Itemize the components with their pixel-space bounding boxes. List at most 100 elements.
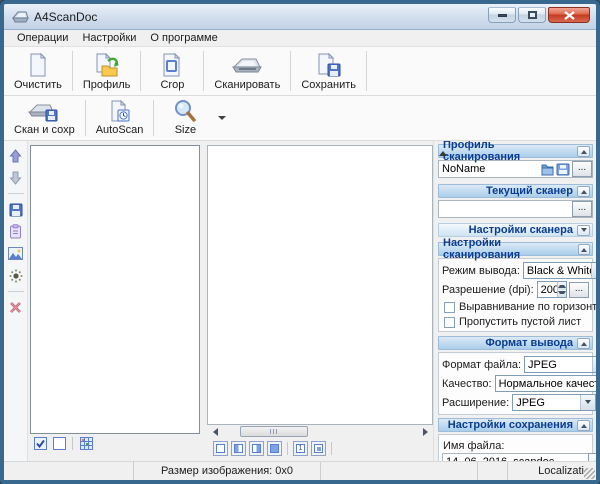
scan-button[interactable]: Сканировать bbox=[204, 47, 290, 95]
resize-grip[interactable] bbox=[584, 468, 595, 479]
profile-section-header[interactable]: Профиль сканирования bbox=[438, 141, 593, 163]
collapse-icon bbox=[580, 245, 587, 252]
save-profile-icon[interactable] bbox=[556, 163, 570, 176]
collapse-icon bbox=[580, 187, 587, 194]
page-list-panel bbox=[30, 145, 200, 434]
spin-up-icon bbox=[557, 281, 566, 288]
clear-page-icon bbox=[26, 50, 50, 79]
collapse-button[interactable] bbox=[577, 337, 590, 349]
align-horizontal-checkbox[interactable] bbox=[444, 301, 455, 313]
zoom-one-to-one-button[interactable]: 1 bbox=[293, 441, 308, 456]
toolbar-separator bbox=[331, 442, 332, 455]
paste-button[interactable] bbox=[7, 223, 25, 240]
extension-select[interactable]: JPEG bbox=[512, 394, 596, 411]
collapse-button[interactable] bbox=[577, 243, 590, 255]
collapse-button[interactable] bbox=[577, 419, 590, 431]
fit-height-button[interactable] bbox=[249, 441, 264, 456]
resolution-stepper[interactable] bbox=[536, 281, 567, 298]
profile-browse-button[interactable]: ... bbox=[572, 161, 592, 177]
toolbar-separator bbox=[7, 193, 24, 194]
one-to-one-icon: 1 bbox=[296, 444, 305, 453]
page-list-toolbar bbox=[30, 434, 200, 451]
resolution-input[interactable] bbox=[537, 282, 557, 297]
zoom-toolbar: 1 bbox=[207, 438, 433, 456]
collapse-icon bbox=[580, 147, 587, 154]
scan-settings-header[interactable]: Настройки сканирования bbox=[438, 237, 593, 261]
scan-settings-title: Настройки сканирования bbox=[443, 237, 521, 261]
collapse-icon bbox=[580, 421, 587, 428]
menu-operations[interactable]: Операции bbox=[10, 31, 75, 45]
image-button[interactable] bbox=[7, 245, 25, 262]
fit-page-button[interactable] bbox=[267, 441, 282, 456]
scroll-left-button[interactable] bbox=[208, 426, 218, 437]
skip-blank-checkbox[interactable] bbox=[444, 316, 455, 328]
move-up-button[interactable] bbox=[7, 147, 25, 164]
scroll-right-icon bbox=[422, 427, 432, 436]
output-mode-select[interactable]: Black & White bbox=[522, 262, 596, 279]
thumbnail-view-button[interactable] bbox=[78, 436, 94, 451]
brightness-button[interactable] bbox=[7, 267, 25, 284]
resolution-browse-button[interactable]: ... bbox=[569, 281, 589, 298]
brightness-icon bbox=[9, 269, 22, 282]
select-all-button[interactable] bbox=[32, 436, 48, 451]
scanner-input[interactable] bbox=[442, 203, 572, 215]
save-page-icon bbox=[9, 203, 22, 216]
extension-value: JPEG bbox=[516, 396, 545, 409]
minimize-button[interactable] bbox=[488, 7, 516, 23]
profile-button[interactable]: Профиль bbox=[73, 47, 141, 95]
move-down-button[interactable] bbox=[7, 169, 25, 186]
file-format-value: JPEG bbox=[528, 358, 557, 371]
delete-icon bbox=[10, 302, 21, 313]
scanner-settings-header[interactable]: Настройки сканера bbox=[438, 223, 593, 237]
output-format-header[interactable]: Формат вывода bbox=[438, 336, 593, 350]
size-button[interactable]: Size bbox=[154, 96, 216, 140]
quality-label: Качество: bbox=[442, 377, 492, 390]
size-dropdown-icon[interactable] bbox=[218, 116, 227, 124]
save-page-button[interactable] bbox=[7, 201, 25, 218]
scan-and-save-label: Скан и сохр bbox=[14, 124, 75, 136]
scrollbar-thumb[interactable] bbox=[240, 426, 308, 437]
close-button[interactable] bbox=[548, 7, 590, 23]
menu-about[interactable]: О программе bbox=[143, 31, 224, 45]
preview-column: 1 bbox=[207, 141, 447, 461]
scroll-up-icon[interactable] bbox=[439, 147, 447, 156]
deselect-all-button[interactable] bbox=[51, 436, 67, 451]
delete-button[interactable] bbox=[7, 299, 25, 316]
autoscan-button[interactable]: AutoScan bbox=[86, 96, 154, 140]
profile-name-input[interactable] bbox=[442, 163, 540, 175]
crop-button[interactable]: Crop bbox=[141, 47, 203, 95]
spin-up-button[interactable] bbox=[557, 281, 566, 290]
scanner-section-header[interactable]: Текущий сканер bbox=[438, 184, 593, 198]
filename-browse-button[interactable]: ... bbox=[588, 453, 596, 461]
scrollbar-track[interactable] bbox=[218, 426, 422, 437]
expand-button[interactable] bbox=[577, 224, 590, 236]
panel-splitter[interactable] bbox=[200, 141, 207, 461]
scanner-browse-button[interactable]: ... bbox=[572, 201, 592, 217]
file-format-select[interactable]: JPEG bbox=[524, 356, 596, 373]
save-button[interactable]: Сохранить bbox=[291, 47, 366, 95]
size-label: Size bbox=[174, 124, 197, 136]
collapse-button[interactable] bbox=[577, 185, 590, 197]
fit-width-button[interactable] bbox=[231, 441, 246, 456]
file-format-label: Формат файла: bbox=[442, 358, 522, 371]
quality-value: Нормальное качество bbox=[498, 377, 596, 390]
status-segment bbox=[321, 462, 478, 480]
status-segment bbox=[478, 462, 508, 480]
view-actual-button[interactable] bbox=[213, 441, 228, 456]
zoom-fit-button[interactable] bbox=[311, 441, 326, 456]
save-settings-header[interactable]: Настройки сохранения bbox=[438, 418, 593, 432]
collapse-button[interactable] bbox=[577, 145, 590, 157]
menu-settings[interactable]: Настройки bbox=[75, 31, 143, 45]
maximize-button[interactable] bbox=[518, 7, 546, 23]
checked-box-icon bbox=[33, 437, 47, 450]
open-profile-icon[interactable] bbox=[540, 163, 554, 176]
scroll-left-icon bbox=[209, 427, 218, 436]
output-format-title: Формат вывода bbox=[485, 337, 573, 349]
scroll-right-button[interactable] bbox=[422, 426, 432, 437]
title-bar[interactable]: A4ScanDoc bbox=[4, 4, 596, 30]
clear-button[interactable]: Очистить bbox=[4, 47, 72, 95]
quality-select[interactable]: Нормальное качество bbox=[494, 375, 596, 392]
paste-icon bbox=[10, 224, 21, 239]
scan-and-save-button[interactable]: Скан и сохр bbox=[4, 96, 85, 140]
spin-down-button[interactable] bbox=[557, 289, 566, 298]
